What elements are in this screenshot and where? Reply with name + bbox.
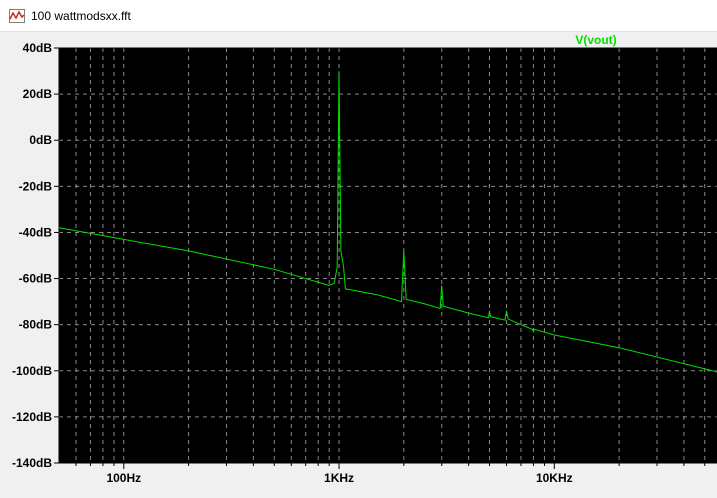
y-tick-label: -60dB xyxy=(19,272,53,286)
window-title-bar: 100 wattmodsxx.fft xyxy=(0,0,717,32)
y-tick-label: -80dB xyxy=(19,318,53,332)
y-tick-label: -40dB xyxy=(19,225,53,239)
y-tick-label: -120dB xyxy=(12,410,52,424)
x-tick-label: 100Hz xyxy=(106,471,141,485)
y-tick-label: 0dB xyxy=(29,133,52,147)
y-tick-label: -100dB xyxy=(12,364,52,378)
waveform-icon xyxy=(9,9,25,23)
x-axis: 100Hz 1KHz 10KHz xyxy=(75,463,706,485)
y-tick-label: 20dB xyxy=(23,87,53,101)
plot-background xyxy=(59,48,717,463)
window-title: 100 wattmodsxx.fft xyxy=(31,9,131,23)
x-tick-label: 1KHz xyxy=(324,471,354,485)
y-tick-label: -20dB xyxy=(19,179,53,193)
y-tick-label: -140dB xyxy=(12,456,52,470)
y-tick-label: 40dB xyxy=(23,41,53,55)
fft-chart[interactable]: 40dB 20dB 0dB -20dB -40dB -60dB -80dB -100dB -12… xyxy=(0,32,717,498)
plot-pane: 40dB 20dB 0dB -20dB -40dB -60dB -80dB -100dB -12… xyxy=(0,32,717,498)
legend-label[interactable]: V(vout) xyxy=(575,33,616,47)
y-axis: 40dB 20dB 0dB -20dB -40dB -60dB -80dB -100dB -12… xyxy=(12,41,59,470)
x-tick-label: 10KHz xyxy=(536,471,573,485)
